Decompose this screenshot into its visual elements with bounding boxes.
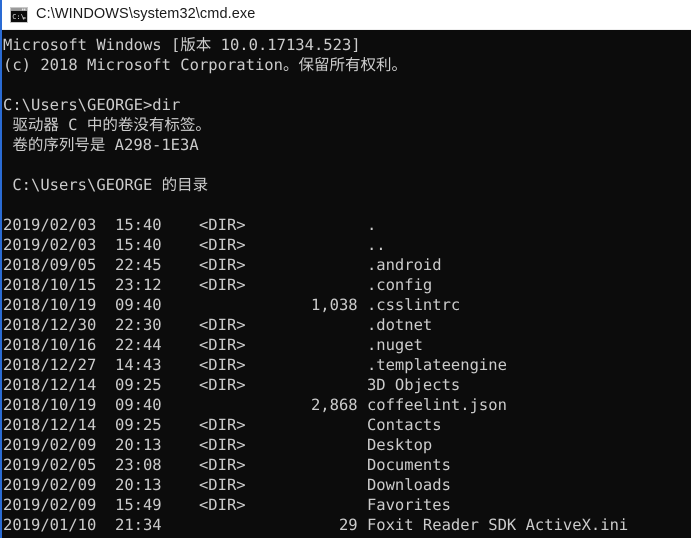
- directory-entry-row: 2019/02/09 15:49 <DIR> Favorites: [3, 496, 451, 514]
- directory-entry-row: 2018/12/14 09:25 <DIR> 3D Objects: [3, 376, 461, 394]
- directory-entry-row: 2018/10/19 09:40 2,868 coffeelint.json: [3, 396, 507, 414]
- directory-entry-row: 2018/12/14 09:25 <DIR> Contacts: [3, 416, 442, 434]
- directory-entry-row: 2018/10/15 23:12 <DIR> .config: [3, 276, 433, 294]
- directory-entry-row: 2019/02/09 20:13 <DIR> Downloads: [3, 476, 451, 494]
- directory-header-line: C:\Users\GEORGE 的目录: [3, 176, 209, 194]
- directory-entry-row: 2018/12/27 14:43 <DIR> .templateengine: [3, 356, 507, 374]
- spacer-line: [3, 155, 691, 175]
- directory-entry-row: 2019/01/10 21:34 29 Foxit Reader SDK Act…: [3, 516, 629, 534]
- window-title-text: C:\WINDOWS\system32\cmd.exe: [36, 6, 256, 23]
- volume-serial-line: 卷的序列号是 A298-1E3A: [3, 136, 199, 154]
- volume-label-line: 驱动器 C 中的卷没有标签。: [3, 116, 211, 134]
- directory-entry-row: 2018/10/16 22:44 <DIR> .nuget: [3, 336, 423, 354]
- prompt-line-dir-command: C:\Users\GEORGE>dir: [3, 96, 181, 114]
- directory-entry-row: 2019/02/09 20:13 <DIR> Desktop: [3, 436, 433, 454]
- spacer-line: [3, 195, 691, 215]
- svg-text:C:\: C:\: [12, 13, 25, 21]
- directory-entry-row: 2019/02/03 15:40 <DIR> ..: [3, 236, 386, 254]
- directory-entry-row: 2019/02/05 23:08 <DIR> Documents: [3, 456, 451, 474]
- cmd-console-icon: C:\: [10, 6, 28, 23]
- directory-entry-row: 2018/09/05 22:45 <DIR> .android: [3, 256, 442, 274]
- banner-line-copyright: (c) 2018 Microsoft Corporation。保留所有权利。: [3, 56, 407, 74]
- console-text: Microsoft Windows [版本 10.0.17134.523] (c)…: [3, 35, 691, 535]
- directory-entry-row: 2019/02/03 15:40 <DIR> .: [3, 216, 377, 234]
- directory-entry-row: 2018/10/19 09:40 1,038 .csslintrc: [3, 296, 461, 314]
- window-titlebar[interactable]: C:\ C:\WINDOWS\system32\cmd.exe: [2, 0, 691, 30]
- cmd-window: C:\ C:\WINDOWS\system32\cmd.exe Microsof…: [0, 0, 691, 538]
- spacer-line: [3, 75, 691, 95]
- console-output-area[interactable]: Microsoft Windows [版本 10.0.17134.523] (c)…: [2, 30, 691, 538]
- directory-entry-row: 2018/12/30 22:30 <DIR> .dotnet: [3, 316, 433, 334]
- banner-line-version: Microsoft Windows [版本 10.0.17134.523]: [3, 36, 361, 54]
